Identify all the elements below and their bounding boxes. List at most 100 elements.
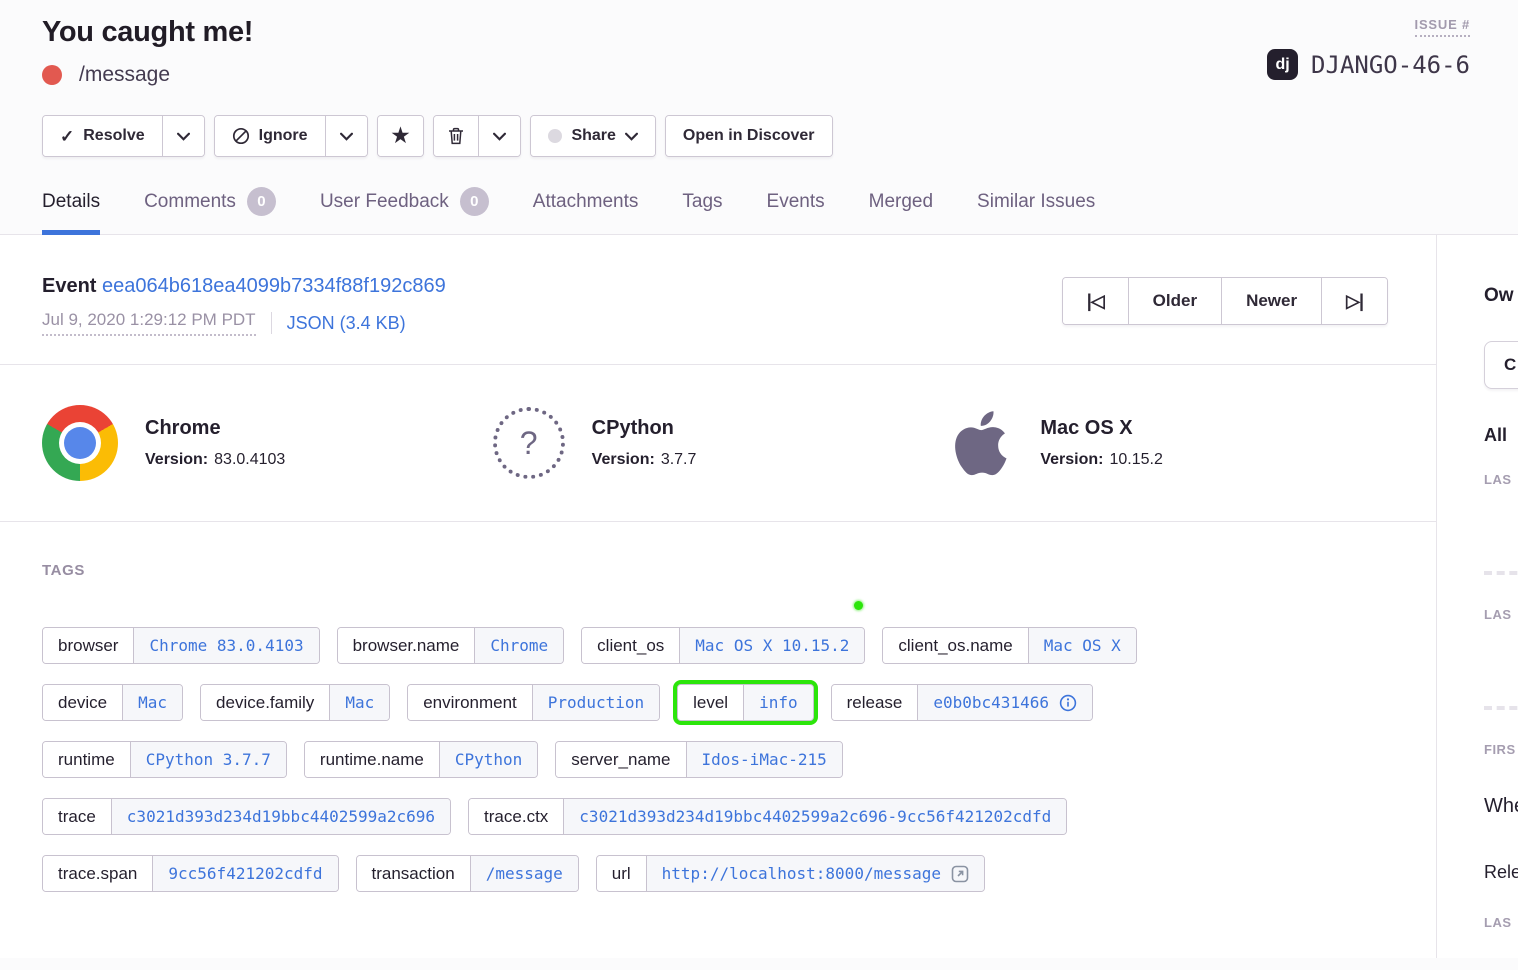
tag-client-os-name: client_os.name Mac OS X bbox=[882, 627, 1136, 664]
skip-to-first-icon: |◁ bbox=[1087, 291, 1104, 312]
context-name: Chrome bbox=[145, 417, 285, 440]
tag-value-link[interactable]: Mac bbox=[329, 685, 389, 720]
tag-level-highlighted: level info bbox=[677, 684, 814, 721]
tab-similar-issues[interactable]: Similar Issues bbox=[977, 187, 1095, 234]
resolve-button[interactable]: ✓ Resolve bbox=[43, 116, 162, 156]
tag-browser: browser Chrome 83.0.4103 bbox=[42, 627, 320, 664]
tag-key: client_os.name bbox=[883, 628, 1027, 663]
share-button-group: Share bbox=[530, 115, 655, 157]
tag-key: trace.span bbox=[43, 856, 152, 891]
tag-device-family: device.family Mac bbox=[200, 684, 390, 721]
tag-server-name: server_name Idos-iMac-215 bbox=[555, 741, 842, 778]
tab-attachments[interactable]: Attachments bbox=[533, 187, 639, 234]
tag-row: device Mac device.family Mac environment… bbox=[42, 684, 1394, 721]
resolve-label: Resolve bbox=[83, 127, 144, 145]
tab-events[interactable]: Events bbox=[767, 187, 825, 234]
newest-event-button[interactable]: ▷| bbox=[1321, 278, 1387, 324]
version-label: Version: bbox=[592, 451, 655, 468]
ignore-dropdown-button[interactable] bbox=[325, 116, 367, 156]
tab-label: Attachments bbox=[533, 191, 639, 213]
issue-title-block: You caught me! /message bbox=[42, 16, 253, 87]
event-id-link[interactable]: eea064b618ea4099b7334f88f192c869 bbox=[102, 275, 446, 297]
tab-comments[interactable]: Comments 0 bbox=[144, 187, 276, 234]
issue-tab-bar: Details Comments 0 User Feedback 0 Attac… bbox=[0, 187, 1518, 235]
tag-value-link[interactable]: Idos-iMac-215 bbox=[686, 742, 842, 777]
oldest-event-button[interactable]: |◁ bbox=[1063, 278, 1128, 324]
cursor-dot bbox=[854, 601, 863, 610]
action-toolbar: ✓ Resolve Ignore ★ bbox=[42, 115, 1470, 157]
delete-dropdown-button[interactable] bbox=[478, 116, 520, 156]
tag-key: url bbox=[597, 856, 646, 891]
ignore-label: Ignore bbox=[259, 127, 308, 145]
tag-row: trace c3021d393d234d19bbc4402599a2c696 t… bbox=[42, 798, 1394, 835]
share-button[interactable]: Share bbox=[531, 116, 654, 156]
share-label: Share bbox=[571, 127, 615, 145]
ignore-button[interactable]: Ignore bbox=[215, 116, 325, 156]
tab-label: Details bbox=[42, 191, 100, 213]
tab-label: Similar Issues bbox=[977, 191, 1095, 213]
chevron-down-icon bbox=[177, 132, 190, 141]
info-icon[interactable] bbox=[1059, 694, 1077, 712]
event-title: Event eea064b618ea4099b7334f88f192c869 bbox=[42, 275, 446, 298]
tag-value-link[interactable]: Mac bbox=[122, 685, 182, 720]
event-json-link[interactable]: JSON (3.4 KB) bbox=[287, 313, 406, 334]
tag-device: device Mac bbox=[42, 684, 183, 721]
chevron-down-icon bbox=[493, 132, 506, 141]
question-mark-icon: ? bbox=[520, 425, 538, 462]
tag-transaction: transaction /message bbox=[356, 855, 579, 892]
tag-value-link[interactable]: http://localhost:8000/message bbox=[646, 856, 984, 891]
tag-row: browser Chrome 83.0.4103 browser.name Ch… bbox=[42, 627, 1394, 664]
tag-value-link[interactable]: Mac OS X bbox=[1028, 628, 1136, 663]
tag-value-link[interactable]: Mac OS X 10.15.2 bbox=[679, 628, 864, 663]
tab-merged[interactable]: Merged bbox=[869, 187, 933, 234]
comments-count-badge: 0 bbox=[247, 187, 276, 216]
context-browser: Chrome Version:83.0.4103 bbox=[42, 405, 493, 481]
tag-key: level bbox=[678, 685, 743, 720]
version-value: 83.0.4103 bbox=[214, 451, 285, 468]
tag-value-link[interactable]: CPython 3.7.7 bbox=[130, 742, 286, 777]
tag-value-link[interactable]: Chrome 83.0.4103 bbox=[133, 628, 318, 663]
version-value: 10.15.2 bbox=[1109, 451, 1162, 468]
event-label: Event bbox=[42, 275, 96, 297]
tag-key: transaction bbox=[357, 856, 470, 891]
issue-meta: ISSUE # dj DJANGO-46-6 bbox=[1267, 16, 1470, 80]
check-icon: ✓ bbox=[60, 128, 74, 145]
open-in-discover-button[interactable]: Open in Discover bbox=[666, 116, 832, 156]
tag-value-link[interactable]: /message bbox=[470, 856, 578, 891]
tag-value-link[interactable]: CPython bbox=[439, 742, 537, 777]
sidebar-owner-heading: Ow bbox=[1484, 285, 1518, 307]
issue-short-id: DJANGO-46-6 bbox=[1311, 51, 1470, 79]
tab-tags[interactable]: Tags bbox=[682, 187, 722, 234]
tag-value-link[interactable]: c3021d393d234d19bbc4402599a2c696-9cc56f4… bbox=[563, 799, 1066, 834]
tag-value-link[interactable]: c3021d393d234d19bbc4402599a2c696 bbox=[111, 799, 450, 834]
open-in-discover-button-group: Open in Discover bbox=[665, 115, 833, 157]
older-event-button[interactable]: Older bbox=[1128, 278, 1221, 324]
tab-user-feedback[interactable]: User Feedback 0 bbox=[320, 187, 489, 234]
resolve-dropdown-button[interactable] bbox=[162, 116, 204, 156]
event-timestamp: Jul 9, 2020 1:29:12 PM PDT bbox=[42, 310, 256, 336]
tag-browser-name: browser.name Chrome bbox=[337, 627, 565, 664]
newer-event-button[interactable]: Newer bbox=[1221, 278, 1321, 324]
tag-row: runtime CPython 3.7.7 runtime.name CPyth… bbox=[42, 741, 1394, 778]
sparkline-placeholder bbox=[1484, 571, 1518, 575]
assignee-selector-button[interactable]: C bbox=[1484, 341, 1518, 389]
older-label: Older bbox=[1153, 291, 1197, 311]
delete-button[interactable] bbox=[434, 116, 478, 156]
share-status-dot-icon bbox=[548, 129, 562, 143]
bookmark-button[interactable]: ★ bbox=[378, 116, 424, 156]
tab-label: Merged bbox=[869, 191, 933, 213]
separator bbox=[271, 312, 272, 334]
issue-number-label: ISSUE # bbox=[1415, 17, 1470, 37]
tag-value-link[interactable]: Chrome bbox=[474, 628, 563, 663]
external-link-icon[interactable] bbox=[951, 865, 969, 883]
tag-value-link[interactable]: Production bbox=[532, 685, 659, 720]
bookmark-button-group: ★ bbox=[377, 115, 425, 157]
tag-value-link[interactable]: 9cc56f421202cdfd bbox=[152, 856, 337, 891]
tag-key: device.family bbox=[201, 685, 329, 720]
apple-logo-icon bbox=[943, 405, 1013, 481]
tag-value-link[interactable]: e0b0bc431466 bbox=[917, 685, 1092, 720]
tag-value-link[interactable]: info bbox=[743, 685, 813, 720]
django-project-icon: dj bbox=[1267, 49, 1298, 80]
tab-details[interactable]: Details bbox=[42, 187, 100, 234]
chevron-down-icon bbox=[340, 132, 353, 141]
